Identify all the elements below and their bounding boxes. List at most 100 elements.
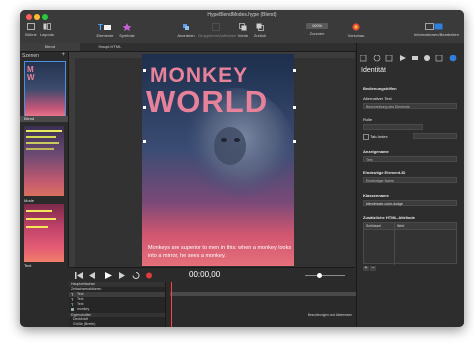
stage-icon xyxy=(27,23,35,30)
typography-icon[interactable] xyxy=(412,56,418,60)
class-name-label: Klassenname xyxy=(363,193,389,198)
group-button[interactable]: Gruppieren/Aufheben xyxy=(198,23,237,38)
zurueck-button[interactable]: Zurück xyxy=(252,23,268,38)
elemente-label: Elemente xyxy=(96,33,114,38)
thumb-text-line xyxy=(26,130,62,132)
timeline-track-area[interactable]: Beschleunigen und Abbremsen xyxy=(165,282,356,327)
alt-text-field[interactable]: Beschreibung des Elements xyxy=(363,103,457,109)
forward-icon[interactable] xyxy=(119,272,125,279)
headline-world[interactable]: WORLD xyxy=(146,86,268,117)
selection-handle[interactable] xyxy=(143,140,146,143)
layer-row-monkey[interactable]: monkey xyxy=(69,307,173,312)
scene-stage[interactable]: MONKEY WORLD Monkeys are superior to men… xyxy=(142,54,294,266)
display-name-field[interactable]: Text xyxy=(363,156,457,162)
zoom-slider-knob[interactable] xyxy=(317,273,322,278)
inspector-tabs xyxy=(360,55,457,62)
column-divider xyxy=(394,223,395,265)
vorne-button[interactable]: Vorne xyxy=(236,23,250,38)
buehne-button[interactable]: Bühne xyxy=(24,23,38,37)
layouts-button[interactable]: Layouts xyxy=(39,23,55,37)
selection-handle[interactable] xyxy=(293,140,296,143)
playhead[interactable] xyxy=(171,282,172,327)
attr-value-col: Wert xyxy=(397,224,405,228)
layer-label: Text xyxy=(77,302,84,306)
symbole-button[interactable]: Symbole xyxy=(118,23,136,38)
html-attributes-label: Zusätzliche HTML-Attribute xyxy=(363,215,415,220)
buehne-label: Bühne xyxy=(25,32,37,37)
document-icon[interactable] xyxy=(360,55,367,62)
html-attributes-table[interactable]: Schlüssel Wert xyxy=(363,222,457,265)
tab-index-field[interactable] xyxy=(413,133,457,139)
scene-thumb-text[interactable] xyxy=(24,204,64,262)
add-scene-icon[interactable]: + xyxy=(61,52,65,58)
thumb-headline: MW xyxy=(27,65,35,82)
play-icon[interactable] xyxy=(105,272,112,279)
arrange-icon xyxy=(183,24,189,30)
scene-thumb-blend[interactable]: MW xyxy=(24,61,66,117)
identity-icon[interactable] xyxy=(449,55,457,62)
element-id-field[interactable]: Eindeutiger Name xyxy=(363,177,457,183)
svg-text:T: T xyxy=(98,23,103,31)
scene-label-blend[interactable]: Blend xyxy=(24,116,34,121)
record-icon[interactable] xyxy=(146,272,152,279)
scene-thumb-mode[interactable] xyxy=(24,126,64,196)
group-label: Gruppieren/Aufheben xyxy=(198,33,237,38)
loop-icon[interactable] xyxy=(132,272,140,279)
window-title: HypeBlendModes.hype (Blend) xyxy=(207,12,277,18)
thumb-text-line xyxy=(26,218,56,220)
actions-icon[interactable] xyxy=(400,55,406,61)
remove-attribute-button[interactable]: – xyxy=(370,266,376,271)
physics-icon[interactable] xyxy=(424,55,430,61)
resources-icon[interactable] xyxy=(435,55,443,62)
image-layer-icon xyxy=(71,308,74,311)
timeline-controls: 00:00,00 xyxy=(69,267,355,283)
selection-handle[interactable] xyxy=(293,106,296,109)
inspector-toggle-icon xyxy=(425,23,443,30)
scene-label-mode[interactable]: Mode xyxy=(24,198,34,203)
zoom-control[interactable]: 100% Zoomen xyxy=(305,23,329,36)
elemente-button[interactable]: T Elemente xyxy=(96,23,114,38)
rewind-icon[interactable] xyxy=(89,272,95,279)
anordnen-label: Anordnen xyxy=(177,33,195,38)
selection-handle[interactable] xyxy=(143,69,146,72)
vorne-label: Vorne xyxy=(237,33,249,38)
property-row-width[interactable]: Größe (Breite) xyxy=(69,322,169,327)
thumb-text-line xyxy=(26,210,52,212)
thumb-text-line xyxy=(26,148,54,150)
role-select[interactable] xyxy=(363,124,423,130)
bring-front-icon xyxy=(239,23,247,31)
zoom-slider-track[interactable] xyxy=(305,275,345,276)
layer-label: Text xyxy=(77,297,84,301)
zoom-value[interactable]: 100% xyxy=(306,23,328,29)
go-start-icon[interactable] xyxy=(75,272,77,279)
attr-table-header: Schlüssel Wert xyxy=(364,223,456,265)
vorschau-button[interactable]: Vorschau xyxy=(346,23,366,38)
tab-index-label: Tab-Index xyxy=(370,134,388,139)
layouts-label: Layouts xyxy=(39,32,54,37)
headline-monkey[interactable]: MONKEY xyxy=(150,65,248,86)
group-icon xyxy=(212,23,220,31)
tab-index-checkbox[interactable] xyxy=(363,134,369,140)
tab-blend[interactable]: Blend xyxy=(20,43,80,51)
selection-handle[interactable] xyxy=(143,106,146,109)
selection-handle[interactable] xyxy=(293,69,296,72)
scene-label-text[interactable]: Text xyxy=(24,263,31,268)
easing-label: Beschleunigen und Abbremsen xyxy=(307,313,352,317)
thumb-text-line xyxy=(26,226,48,228)
add-attribute-button[interactable]: + xyxy=(363,266,369,271)
stage-caption[interactable]: Monkeys are superior to men in this: whe… xyxy=(148,244,294,260)
thumb-text-line xyxy=(26,142,59,144)
metrics-icon[interactable] xyxy=(385,55,393,62)
inspector-toggle-button[interactable]: Informationen/Bearbeiten xyxy=(414,23,459,37)
track-bar-selected xyxy=(170,292,356,296)
scene-icon[interactable] xyxy=(373,55,381,62)
class-name-field[interactable]: blendmode-color-dodge xyxy=(363,200,457,206)
thumb-text-line xyxy=(26,136,56,138)
display-name-label: Anzeigename xyxy=(363,149,389,154)
anordnen-button[interactable]: Anordnen xyxy=(175,23,197,38)
timecode-display: 00:00,00 xyxy=(189,270,221,279)
layouts-icon xyxy=(43,23,51,30)
symbole-label: Symbole xyxy=(119,33,135,38)
elements-icon: T xyxy=(98,23,111,31)
tab-haupt-html[interactable]: Haupt-HTML xyxy=(80,43,140,51)
